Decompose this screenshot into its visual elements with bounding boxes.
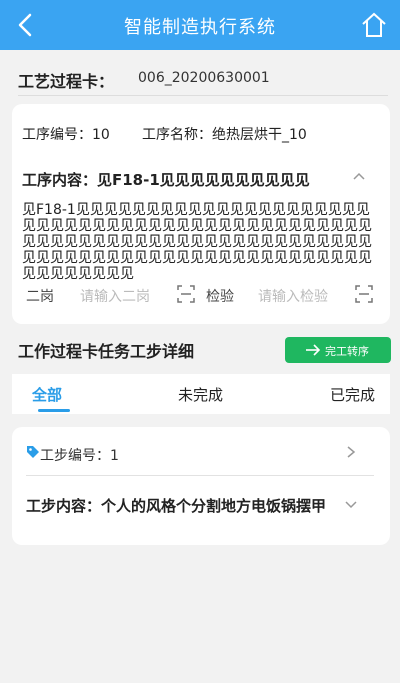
process-card-label: 工艺过程卡： <box>18 72 115 91</box>
app-title: 智能制造执行系统 <box>124 17 276 38</box>
procedure-panel: 工序编号：10 工序名称：绝热层烘干_10 工序内容：见F18-1见见见见见见见… <box>12 104 390 324</box>
inspect-field[interactable]: 检验 请输入检验 <box>206 284 376 308</box>
app-header: 智能制造执行系统 <box>0 0 400 50</box>
step-content: 工步内容：个人的风格个分割地方电饭锅摆甲 <box>26 497 327 515</box>
back-arrow-icon[interactable] <box>12 10 40 40</box>
tab-complete[interactable]: 已完成 <box>330 384 375 405</box>
process-card-row: 工艺过程卡： 006_20200630001 <box>18 66 388 96</box>
finish-transfer-label: 完工转序 <box>325 345 369 358</box>
procedure-name: 工序名称：绝热层烘干_10 <box>142 127 307 143</box>
process-card-value: 006_20200630001 <box>138 70 270 86</box>
procedure-number: 工序编号：10 <box>22 127 110 143</box>
finish-transfer-button[interactable]: 完工转序 <box>285 337 391 363</box>
arrow-right-icon <box>306 344 321 356</box>
inspect-label: 检验 <box>206 289 234 305</box>
tab-incomplete[interactable]: 未完成 <box>178 384 223 405</box>
procedure-content-body: 见F18-1见见见见见见见见见见见见见见见见见见见见见见见见见见见见见见见见见见… <box>22 202 372 282</box>
step-card[interactable]: 工步编号：1 工步内容：个人的风格个分割地方电饭锅摆甲 <box>12 427 390 545</box>
procedure-content-title: 工序内容：见F18-1见见见见见见见见见见 <box>22 171 310 189</box>
second-post-label: 二岗 <box>26 289 54 305</box>
second-post-field[interactable]: 二岗 请输入二岗 <box>26 284 196 308</box>
tag-icon <box>27 446 39 458</box>
tab-all[interactable]: 全部 <box>32 384 62 405</box>
scan-icon[interactable] <box>354 284 374 304</box>
home-icon[interactable] <box>360 10 388 40</box>
step-number: 工步编号：1 <box>40 448 119 464</box>
chevron-down-icon[interactable] <box>344 500 358 510</box>
section-title: 工作过程卡任务工步详细 <box>18 342 195 361</box>
second-post-input[interactable]: 请输入二岗 <box>80 286 150 306</box>
active-tab-indicator <box>38 409 70 412</box>
inspect-input[interactable]: 请输入检验 <box>258 286 328 306</box>
scan-icon[interactable] <box>176 284 196 304</box>
divider <box>26 475 374 476</box>
chevron-up-icon[interactable] <box>352 170 366 182</box>
status-tabs: 全部 未完成 已完成 <box>12 374 390 414</box>
chevron-right-icon[interactable] <box>346 445 356 459</box>
